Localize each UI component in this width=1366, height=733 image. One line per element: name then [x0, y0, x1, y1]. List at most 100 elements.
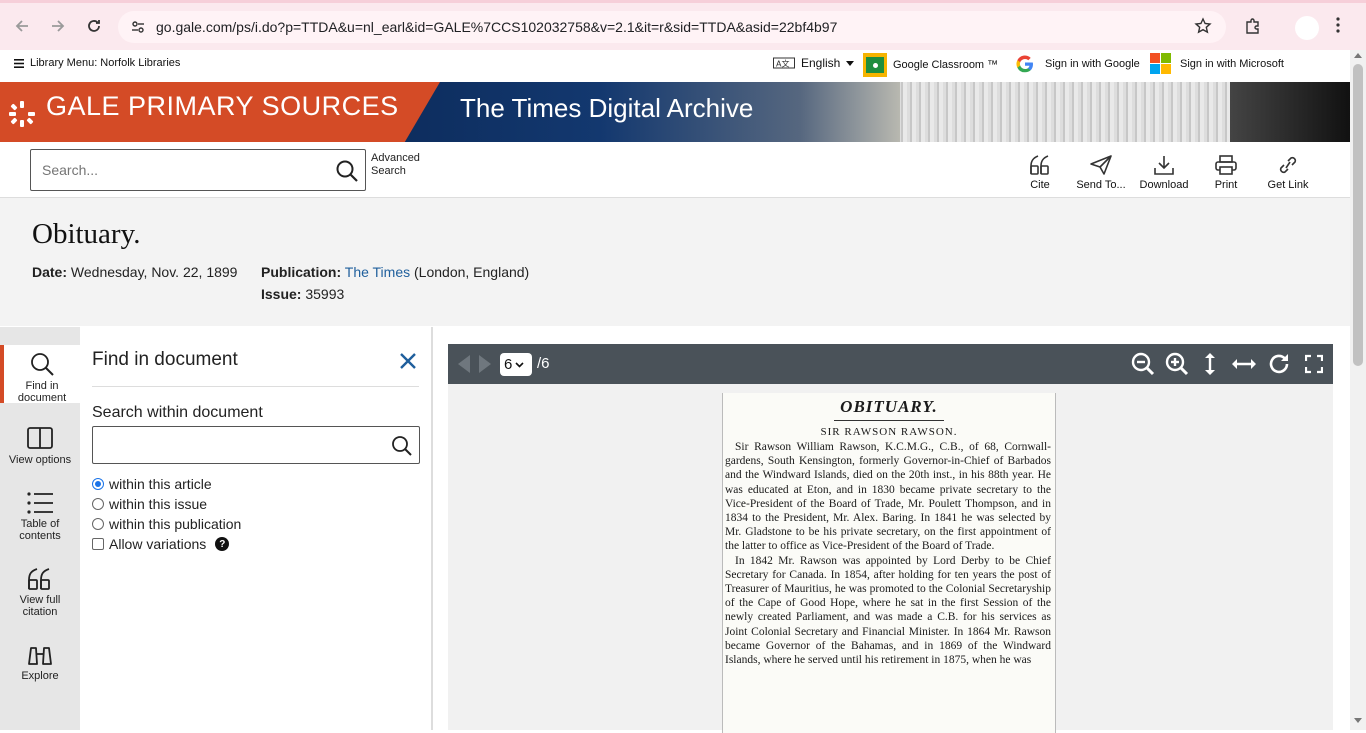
site-banner: GALE PRIMARY SOURCES The Times Digital A… [0, 82, 1350, 142]
rail-citation-label-line2: citation [22, 606, 58, 618]
quote-icon [28, 568, 50, 590]
scroll-down-icon[interactable] [1354, 718, 1362, 723]
zoom-out-icon[interactable] [1131, 352, 1155, 381]
send-to-label: Send To... [1076, 179, 1126, 191]
site-settings-icon[interactable] [130, 19, 146, 40]
radio-within-publication[interactable] [92, 518, 104, 530]
download-icon [1154, 156, 1174, 175]
rail-find-in-document[interactable]: Find in document [0, 345, 80, 404]
google-logo-icon [1016, 55, 1033, 73]
option-within-article[interactable]: within this article [92, 476, 212, 492]
page-select[interactable]: 6 [500, 353, 532, 376]
option-within-issue[interactable]: within this issue [92, 496, 207, 512]
publication-meta: Publication: The Times (London, England) [261, 264, 529, 280]
document-viewer: 6 /6 OBITUARY. SIR RAWSON RAWSON. Sir Ra… [448, 344, 1333, 733]
search-icon[interactable] [335, 159, 359, 188]
get-link-button[interactable]: Get Link [1258, 154, 1318, 191]
advanced-search-label-line2: Search [371, 165, 406, 177]
rotate-icon[interactable] [1267, 352, 1291, 381]
search-icon[interactable] [391, 435, 413, 462]
fit-height-icon[interactable] [1200, 352, 1220, 381]
close-icon[interactable] [398, 351, 418, 376]
browser-menu-icon[interactable] [1336, 17, 1340, 38]
search-within-label: Search within document [92, 404, 263, 421]
zoom-in-icon[interactable] [1165, 352, 1189, 381]
newspaper-page-image[interactable]: OBITUARY. SIR RAWSON RAWSON. Sir Rawson … [722, 393, 1056, 733]
google-classroom-icon [863, 53, 887, 77]
issue-meta: Issue: 35993 [261, 286, 344, 302]
tool-rail: Find in document View options Table of c… [0, 327, 80, 730]
columns-icon [27, 427, 53, 449]
bookmark-star-icon[interactable] [1194, 17, 1212, 40]
divider [92, 386, 419, 387]
radio-within-issue[interactable] [92, 498, 104, 510]
article-subheading: SIR RAWSON RAWSON. [820, 426, 958, 438]
allow-variations-label: Allow variations [109, 536, 207, 552]
rail-find-label-line2: document [17, 392, 67, 404]
chevron-down-icon [515, 361, 524, 368]
paper-plane-icon [1090, 155, 1112, 175]
quote-icon [1030, 155, 1049, 175]
publication-place: (London, England) [414, 264, 530, 280]
translate-icon: A文 [773, 57, 795, 69]
radio-within-article[interactable] [92, 478, 104, 490]
page-scrollbar[interactable] [1350, 50, 1366, 730]
fullscreen-icon[interactable] [1304, 352, 1324, 381]
print-button[interactable]: Print [1196, 154, 1256, 191]
option-within-publication-label: within this publication [109, 516, 242, 532]
article-paragraph: In 1842 Mr. Rawson was appointed by Lord… [725, 554, 1051, 667]
page-title: Obituary. [32, 218, 141, 250]
extensions-puzzle-icon[interactable] [1244, 17, 1262, 40]
date-meta: Date: Wednesday, Nov. 22, 1899 [32, 264, 237, 280]
language-label: English [801, 56, 841, 70]
browser-toolbar: go.gale.com/ps/i.do?p=TTDA&u=nl_earl&id=… [0, 0, 1366, 50]
option-allow-variations[interactable]: Allow variations ? [92, 536, 230, 552]
profile-avatar[interactable] [1295, 16, 1319, 40]
allow-variations-checkbox[interactable] [92, 538, 104, 550]
library-menu[interactable]: Library Menu: Norfolk Libraries [14, 57, 180, 69]
sign-in-microsoft-button[interactable]: Sign in with Microsoft [1150, 53, 1284, 74]
sign-in-google-label: Sign in with Google [1045, 58, 1140, 70]
gale-logo-icon[interactable] [6, 99, 38, 134]
binoculars-icon [28, 647, 52, 665]
page-total: /6 [537, 355, 550, 372]
language-selector[interactable]: A文 English [773, 56, 855, 70]
advanced-search-label-line1: Advanced [371, 152, 420, 164]
sign-in-google-button[interactable]: Sign in with Google [1015, 54, 1140, 74]
caret-down-icon [846, 60, 855, 66]
previous-page-icon[interactable] [458, 355, 470, 378]
publication-link[interactable]: The Times [345, 264, 410, 280]
article-heading: OBITUARY. [840, 397, 938, 416]
scroll-up-icon[interactable] [1354, 53, 1362, 58]
search-input[interactable] [42, 162, 322, 178]
google-classroom-button[interactable]: Google Classroom ™ [863, 53, 998, 77]
address-bar[interactable]: go.gale.com/ps/i.do?p=TTDA&u=nl_earl&id=… [118, 11, 1226, 43]
rail-table-of-contents[interactable]: Table of contents [0, 491, 80, 542]
url-text: go.gale.com/ps/i.do?p=TTDA&u=nl_earl&id=… [156, 19, 838, 35]
rail-view-full-citation[interactable]: View full citation [0, 567, 80, 618]
search-within-input[interactable] [92, 426, 420, 464]
sign-in-microsoft-label: Sign in with Microsoft [1180, 57, 1284, 70]
issue-value: 35993 [305, 286, 345, 302]
library-menu-label: Library Menu: Norfolk Libraries [30, 57, 181, 69]
article-rule [834, 420, 944, 421]
collection-title[interactable]: The Times Digital Archive [460, 93, 753, 124]
next-page-icon[interactable] [479, 355, 491, 378]
find-in-document-panel: Find in document Search within document … [80, 327, 433, 730]
rail-view-options-label: View options [8, 454, 72, 466]
reload-button[interactable] [81, 13, 107, 39]
rail-view-options[interactable]: View options [0, 427, 80, 466]
find-panel-heading: Find in document [92, 349, 238, 370]
fit-width-icon[interactable] [1231, 352, 1257, 381]
gale-brand-title[interactable]: GALE PRIMARY SOURCES [46, 91, 399, 122]
scrollbar-thumb[interactable] [1353, 64, 1363, 366]
download-button[interactable]: Download [1134, 154, 1194, 191]
option-within-publication[interactable]: within this publication [92, 516, 241, 532]
send-to-button[interactable]: Send To... [1071, 154, 1131, 191]
help-icon[interactable]: ? [215, 537, 230, 551]
back-button[interactable] [9, 13, 35, 39]
advanced-search-link[interactable]: Advanced Search [371, 152, 420, 178]
forward-button[interactable] [45, 13, 71, 39]
cite-button[interactable]: Cite [1010, 154, 1070, 191]
rail-explore[interactable]: Explore [0, 643, 80, 682]
